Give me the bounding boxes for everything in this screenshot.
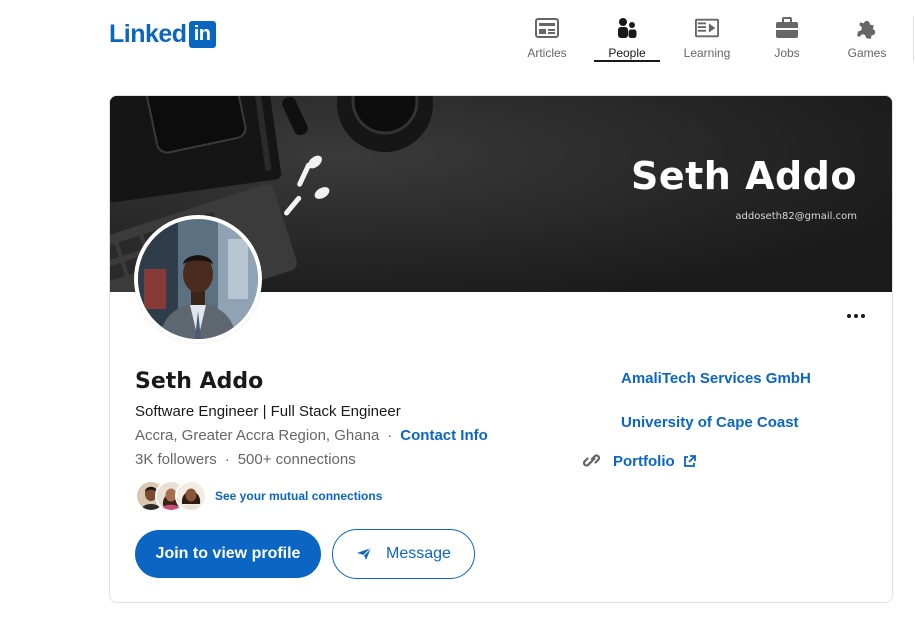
portfolio-label: Portfolio — [613, 452, 675, 470]
current-company-link[interactable]: AmaliTech Services GmbH — [621, 370, 811, 387]
nav-item-people[interactable]: People — [587, 12, 667, 62]
jobs-icon — [775, 16, 799, 40]
external-link-icon — [683, 454, 696, 468]
profile-avatar — [134, 215, 262, 343]
nav-label-jobs: Jobs — [774, 46, 800, 60]
message-button[interactable]: Message — [332, 529, 475, 579]
mutual-connections-text: See your mutual connections — [215, 489, 383, 503]
nav-label-people: People — [608, 46, 646, 60]
profile-headline: Software Engineer | Full Stack Engineer — [135, 403, 401, 420]
profile-location-line: Accra, Greater Accra Region, Ghana · Con… — [135, 427, 488, 444]
followers-count: 3K followers — [135, 451, 217, 468]
logo-in-text: in — [193, 23, 211, 45]
people-icon — [615, 16, 639, 40]
profile-card: Seth Addo addoseth82@gmail.com Seth Addo… — [109, 95, 893, 603]
more-dot-icon — [847, 314, 851, 318]
logo-in-box: in — [188, 20, 216, 48]
separator-dot: · — [387, 427, 393, 444]
global-header: Linked in Articles People Learning Jobs … — [0, 0, 916, 64]
articles-icon — [535, 16, 559, 40]
header-divider — [913, 16, 914, 60]
contact-info-link[interactable]: Contact Info — [400, 427, 488, 444]
link-chain-icon — [582, 451, 602, 471]
nav-item-jobs[interactable]: Jobs — [747, 12, 827, 62]
games-icon — [855, 16, 879, 40]
nav-item-learning[interactable]: Learning — [667, 12, 747, 62]
more-dot-icon — [861, 314, 865, 318]
nav-item-games[interactable]: Games — [827, 12, 907, 62]
profile-location: Accra, Greater Accra Region, Ghana — [135, 427, 380, 444]
profile-name: Seth Addo — [135, 369, 264, 394]
education-school-link[interactable]: University of Cape Coast — [621, 414, 799, 431]
banner-title: Seth Addo — [630, 154, 857, 198]
nav-item-articles[interactable]: Articles — [507, 12, 587, 62]
linkedin-logo[interactable]: Linked in — [109, 20, 216, 48]
mutual-connections-link[interactable]: See your mutual connections — [135, 480, 382, 512]
nav-label-learning: Learning — [683, 46, 731, 60]
nav-label-articles: Articles — [527, 46, 567, 60]
more-options-button[interactable] — [844, 308, 868, 324]
mutual-avatar — [175, 480, 207, 512]
message-button-label: Message — [386, 545, 451, 562]
send-icon — [356, 547, 372, 561]
logo-wordmark: Linked — [109, 20, 187, 48]
nav-label-games: Games — [847, 46, 887, 60]
top-nav: Articles People Learning Jobs Games — [507, 12, 907, 62]
more-dot-icon — [854, 314, 858, 318]
join-to-view-profile-button[interactable]: Join to view profile — [135, 530, 321, 578]
connections-count: 500+ connections — [237, 451, 356, 468]
separator-dot: · — [224, 451, 230, 468]
learning-icon — [695, 16, 719, 40]
mutual-avatars — [135, 480, 207, 512]
banner-email: addoseth82@gmail.com — [735, 211, 857, 222]
portfolio-link[interactable]: Portfolio — [582, 451, 696, 471]
profile-stats: 3K followers · 500+ connections — [135, 451, 356, 468]
